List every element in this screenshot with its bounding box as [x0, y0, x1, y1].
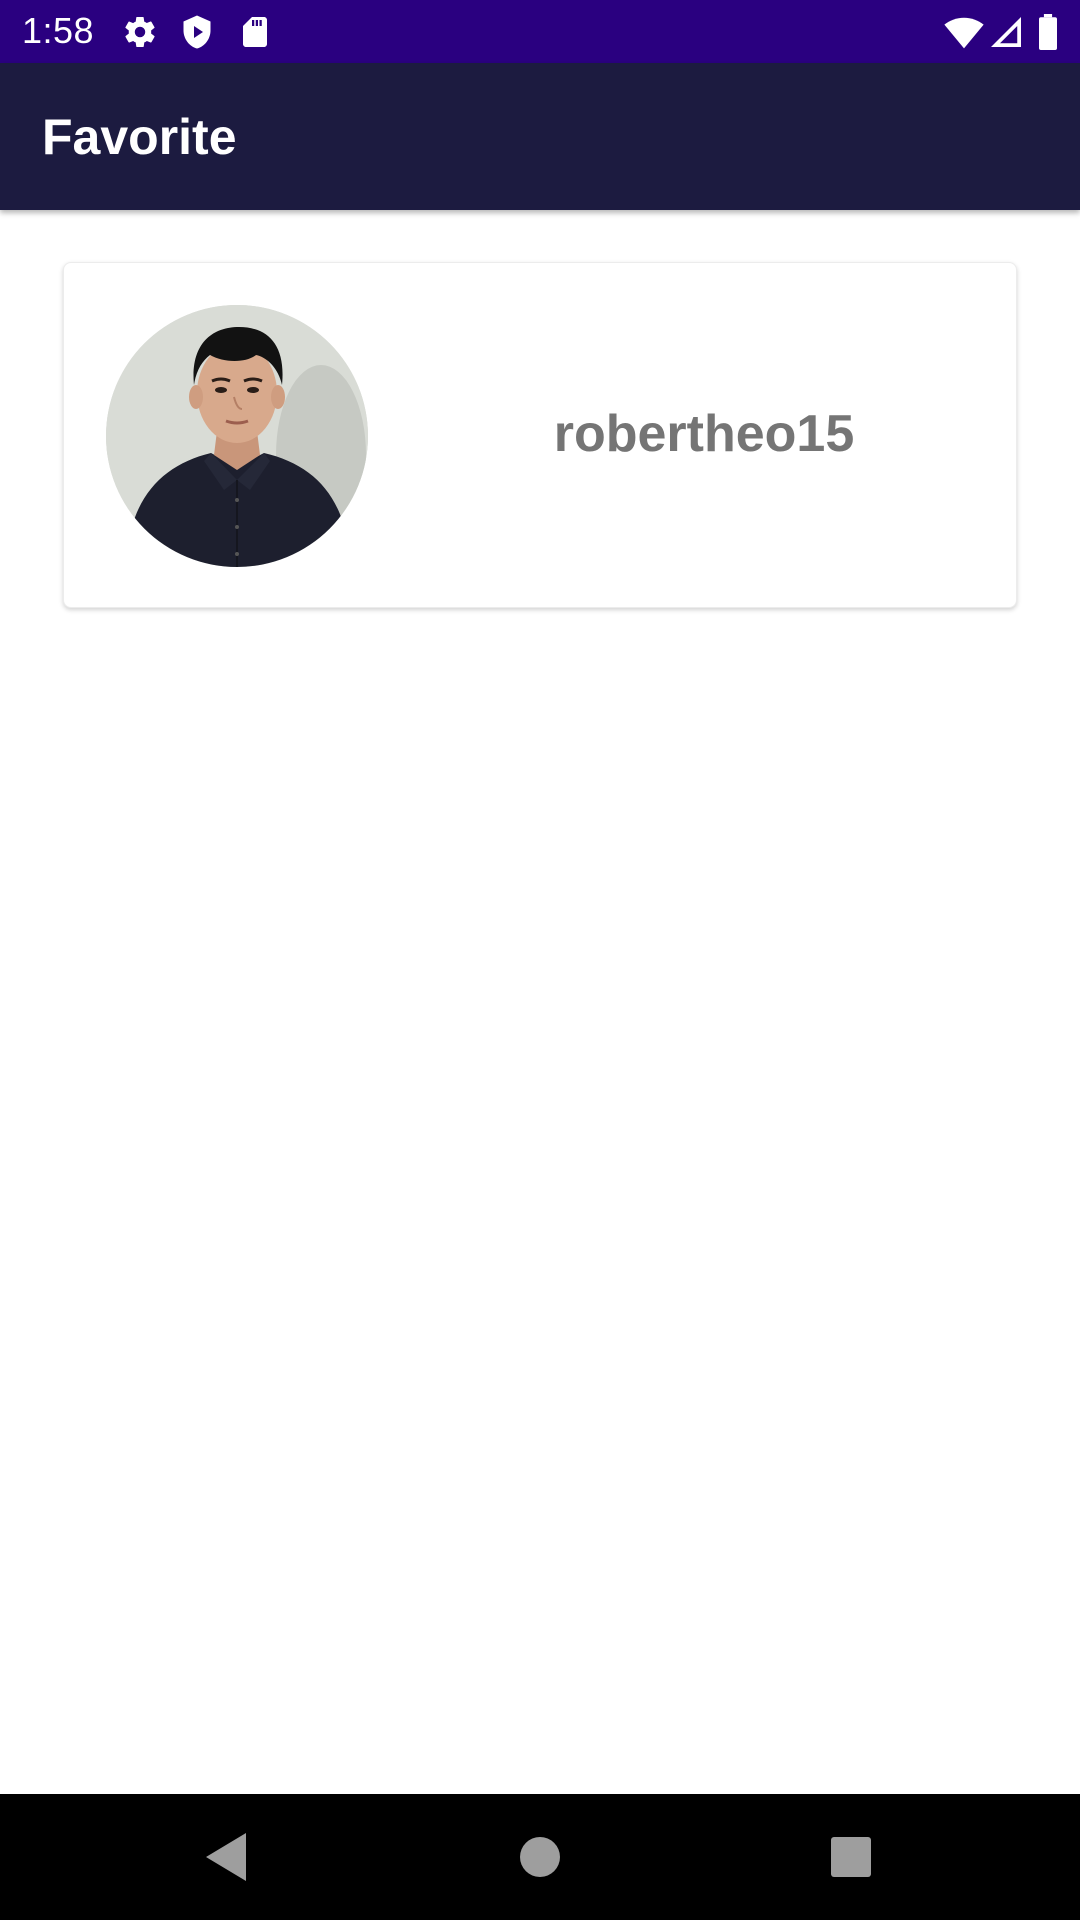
battery-icon [1036, 14, 1060, 50]
settings-icon [122, 14, 158, 50]
status-bar: 1:58 [0, 0, 1080, 63]
user-avatar [106, 305, 368, 567]
username: robertheo15 [553, 405, 855, 463]
home-icon[interactable] [507, 1824, 573, 1890]
sd-card-icon [237, 14, 273, 50]
page-title: Favorite [42, 109, 237, 165]
recents-icon[interactable] [818, 1824, 884, 1890]
status-time: 1:58 [22, 10, 95, 51]
user-card[interactable]: robertheo15 [63, 262, 1017, 608]
cell-signal-icon [988, 14, 1024, 50]
favorites-list: robertheo15 [0, 210, 1080, 1794]
wifi-icon [944, 14, 984, 50]
navigation-bar [0, 1794, 1080, 1920]
shield-play-icon [179, 14, 215, 50]
back-icon[interactable] [194, 1824, 260, 1890]
app-bar: Favorite [0, 63, 1080, 210]
